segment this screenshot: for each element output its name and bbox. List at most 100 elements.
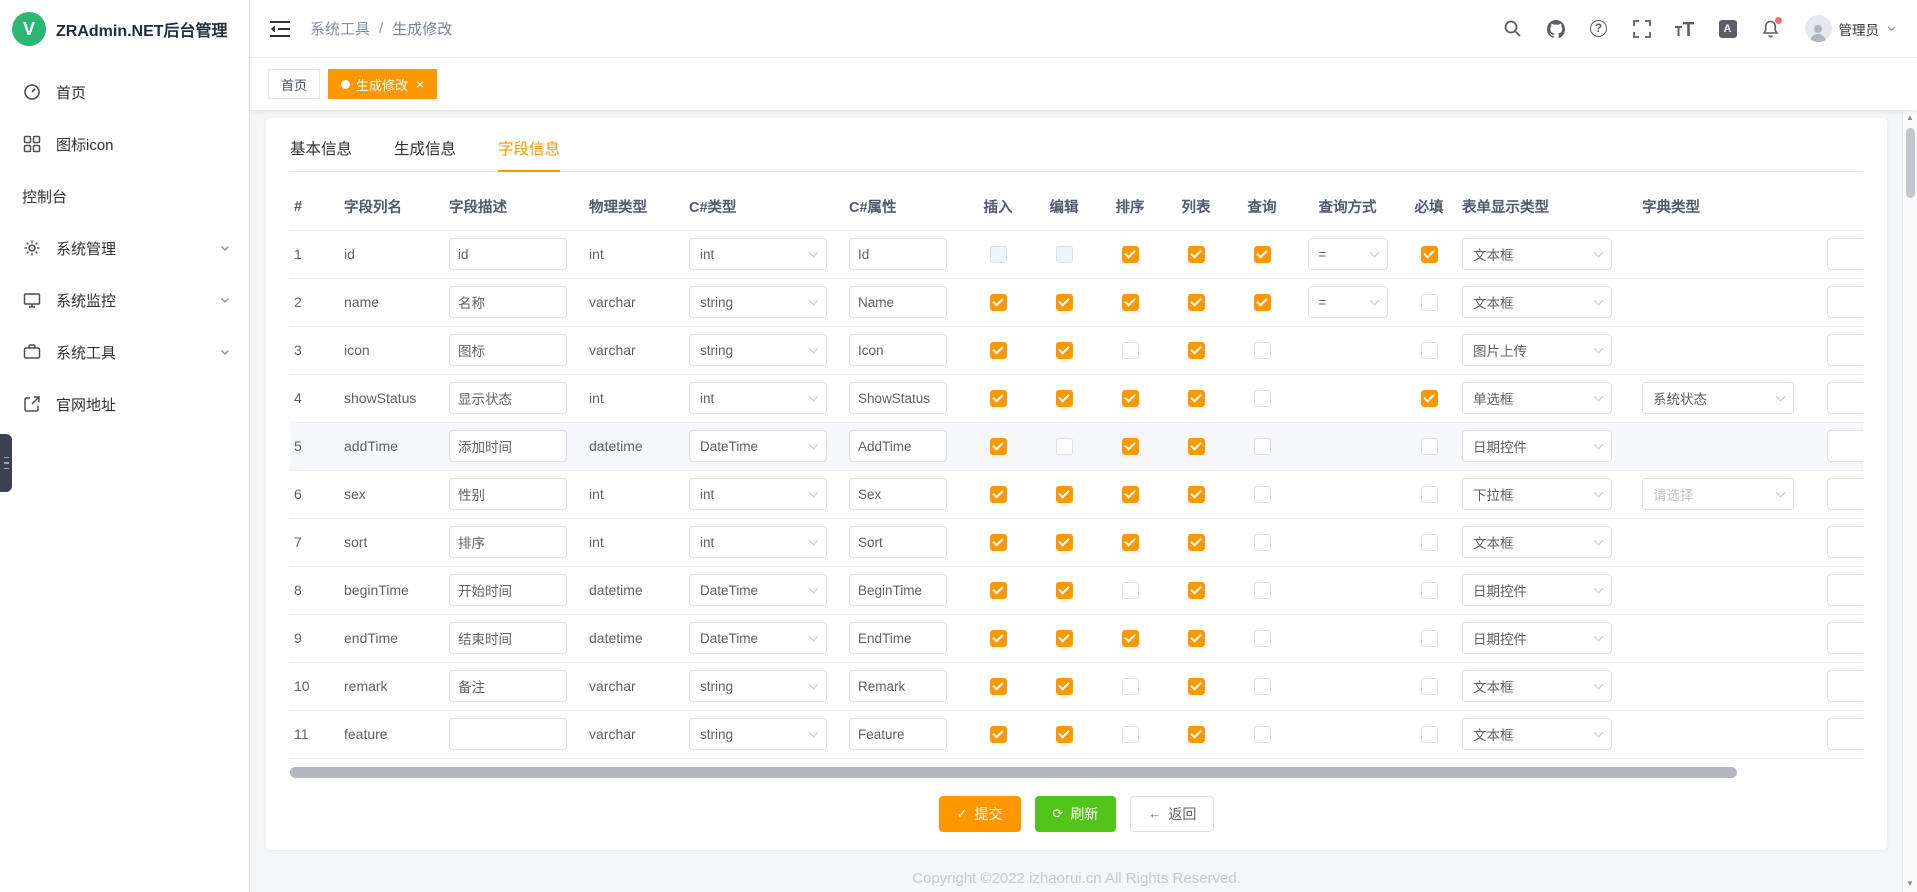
csharp-type-select[interactable]: DateTime bbox=[689, 622, 827, 654]
csharp-type-select[interactable]: int bbox=[689, 238, 827, 270]
tab-field-info[interactable]: 字段信息 bbox=[498, 128, 560, 172]
sort-checkbox[interactable] bbox=[1122, 678, 1139, 695]
tab-basic-info[interactable]: 基本信息 bbox=[290, 128, 352, 172]
description-input[interactable] bbox=[449, 382, 567, 414]
csharp-property-input[interactable] bbox=[849, 382, 947, 414]
query-checkbox[interactable] bbox=[1254, 342, 1271, 359]
description-input[interactable] bbox=[449, 574, 567, 606]
dict-type-select[interactable]: 系统状态 bbox=[1642, 382, 1794, 414]
query-checkbox[interactable] bbox=[1254, 294, 1271, 311]
fullscreen-icon[interactable] bbox=[1631, 18, 1653, 40]
csharp-property-input[interactable] bbox=[849, 334, 947, 366]
scroll-down-icon[interactable]: ▼ bbox=[1906, 879, 1914, 889]
close-icon[interactable]: × bbox=[416, 77, 424, 91]
csharp-type-select[interactable]: string bbox=[689, 718, 827, 750]
edit-checkbox[interactable] bbox=[1056, 294, 1073, 311]
insert-checkbox[interactable] bbox=[990, 630, 1007, 647]
required-checkbox[interactable] bbox=[1421, 246, 1438, 263]
required-checkbox[interactable] bbox=[1421, 630, 1438, 647]
overflow-column-input[interactable] bbox=[1827, 286, 1863, 318]
display-type-select[interactable]: 文本框 bbox=[1462, 286, 1612, 318]
breadcrumb-item[interactable]: 系统工具 bbox=[310, 18, 370, 39]
theme-drawer-handle[interactable] bbox=[0, 434, 12, 492]
query-mode-select[interactable]: = bbox=[1308, 238, 1388, 270]
insert-checkbox[interactable] bbox=[990, 726, 1007, 743]
display-type-select[interactable]: 下拉框 bbox=[1462, 478, 1612, 510]
sort-checkbox[interactable] bbox=[1122, 534, 1139, 551]
required-checkbox[interactable] bbox=[1421, 294, 1438, 311]
sort-checkbox[interactable] bbox=[1122, 438, 1139, 455]
query-checkbox[interactable] bbox=[1254, 726, 1271, 743]
required-checkbox[interactable] bbox=[1421, 726, 1438, 743]
edit-checkbox[interactable] bbox=[1056, 678, 1073, 695]
vertical-scrollbar-thumb[interactable] bbox=[1906, 128, 1915, 198]
sort-checkbox[interactable] bbox=[1122, 630, 1139, 647]
csharp-type-select[interactable]: string bbox=[689, 286, 827, 318]
overflow-column-input[interactable] bbox=[1827, 718, 1863, 750]
query-checkbox[interactable] bbox=[1254, 630, 1271, 647]
query-checkbox[interactable] bbox=[1254, 438, 1271, 455]
csharp-property-input[interactable] bbox=[849, 718, 947, 750]
edit-checkbox[interactable] bbox=[1056, 630, 1073, 647]
csharp-type-select[interactable]: int bbox=[689, 478, 827, 510]
sort-checkbox[interactable] bbox=[1122, 582, 1139, 599]
edit-checkbox[interactable] bbox=[1056, 342, 1073, 359]
tag-generate-edit[interactable]: 生成修改 × bbox=[328, 69, 437, 99]
notification-bell-icon[interactable] bbox=[1760, 18, 1782, 40]
csharp-property-input[interactable] bbox=[849, 478, 947, 510]
csharp-property-input[interactable] bbox=[849, 574, 947, 606]
list-checkbox[interactable] bbox=[1188, 630, 1205, 647]
overflow-column-input[interactable] bbox=[1827, 238, 1863, 270]
query-checkbox[interactable] bbox=[1254, 534, 1271, 551]
refresh-button[interactable]: ⟳ 刷新 bbox=[1035, 796, 1117, 832]
sidebar-item-console[interactable]: 控制台 bbox=[0, 170, 249, 222]
csharp-type-select[interactable]: DateTime bbox=[689, 430, 827, 462]
csharp-type-select[interactable]: DateTime bbox=[689, 574, 827, 606]
edit-checkbox[interactable] bbox=[1056, 726, 1073, 743]
scroll-up-icon[interactable]: ▲ bbox=[1906, 113, 1914, 123]
sort-checkbox[interactable] bbox=[1122, 726, 1139, 743]
sidebar-item-official-site[interactable]: 官网地址 bbox=[0, 378, 249, 430]
display-type-select[interactable]: 文本框 bbox=[1462, 718, 1612, 750]
sidebar-item-home[interactable]: 首页 bbox=[0, 66, 249, 118]
edit-checkbox[interactable] bbox=[1056, 534, 1073, 551]
csharp-type-select[interactable]: string bbox=[689, 670, 827, 702]
csharp-type-select[interactable]: int bbox=[689, 382, 827, 414]
list-checkbox[interactable] bbox=[1188, 390, 1205, 407]
required-checkbox[interactable] bbox=[1421, 438, 1438, 455]
edit-checkbox[interactable] bbox=[1056, 486, 1073, 503]
sort-checkbox[interactable] bbox=[1122, 342, 1139, 359]
description-input[interactable] bbox=[449, 430, 567, 462]
edit-checkbox[interactable] bbox=[1056, 438, 1073, 455]
overflow-column-input[interactable] bbox=[1827, 622, 1863, 654]
description-input[interactable] bbox=[449, 622, 567, 654]
insert-checkbox[interactable] bbox=[990, 438, 1007, 455]
edit-checkbox[interactable] bbox=[1056, 582, 1073, 599]
overflow-column-input[interactable] bbox=[1827, 526, 1863, 558]
list-checkbox[interactable] bbox=[1188, 678, 1205, 695]
overflow-column-input[interactable] bbox=[1827, 382, 1863, 414]
sidebar-item-system-monitor[interactable]: 系统监控 bbox=[0, 274, 249, 326]
list-checkbox[interactable] bbox=[1188, 438, 1205, 455]
description-input[interactable] bbox=[449, 238, 567, 270]
description-input[interactable] bbox=[449, 718, 567, 750]
query-checkbox[interactable] bbox=[1254, 390, 1271, 407]
tab-generate-info[interactable]: 生成信息 bbox=[394, 128, 456, 172]
language-icon[interactable]: A bbox=[1717, 18, 1739, 40]
csharp-property-input[interactable] bbox=[849, 286, 947, 318]
overflow-column-input[interactable] bbox=[1827, 430, 1863, 462]
csharp-property-input[interactable] bbox=[849, 526, 947, 558]
font-size-icon[interactable] bbox=[1674, 18, 1696, 40]
insert-checkbox[interactable] bbox=[990, 582, 1007, 599]
collapse-sidebar-icon[interactable] bbox=[270, 20, 290, 38]
insert-checkbox[interactable] bbox=[990, 486, 1007, 503]
csharp-type-select[interactable]: int bbox=[689, 526, 827, 558]
csharp-property-input[interactable] bbox=[849, 430, 947, 462]
list-checkbox[interactable] bbox=[1188, 294, 1205, 311]
submit-button[interactable]: ✓ 提交 bbox=[939, 796, 1021, 832]
sidebar-item-system-manage[interactable]: 系统管理 bbox=[0, 222, 249, 274]
help-icon[interactable]: ? bbox=[1588, 18, 1610, 40]
display-type-select[interactable]: 文本框 bbox=[1462, 526, 1612, 558]
display-type-select[interactable]: 日期控件 bbox=[1462, 430, 1612, 462]
description-input[interactable] bbox=[449, 286, 567, 318]
